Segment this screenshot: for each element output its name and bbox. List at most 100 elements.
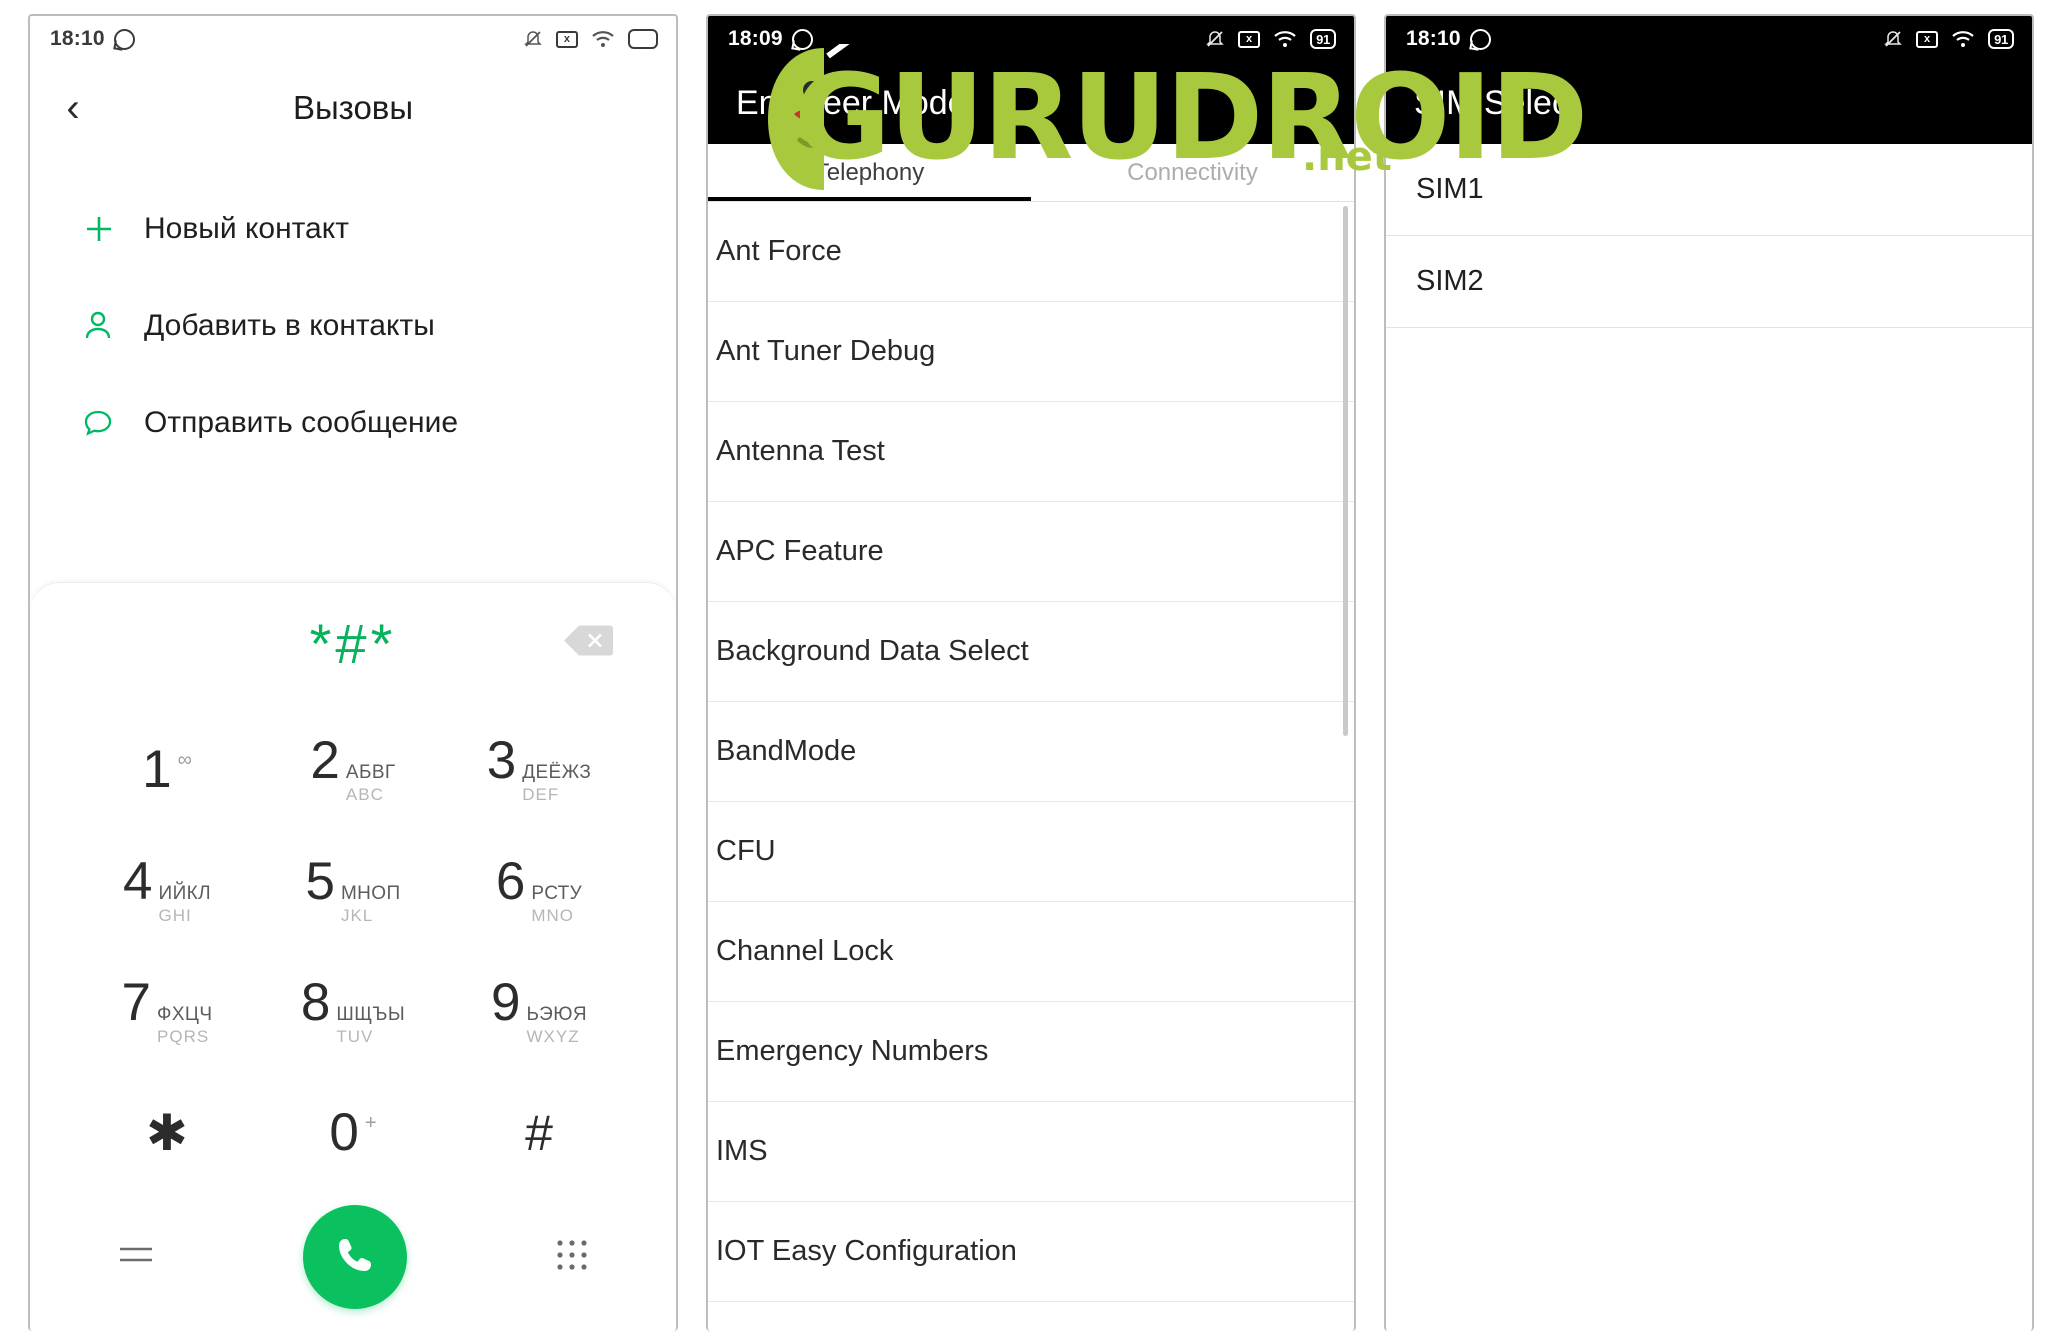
status-time: 18:10	[1406, 27, 1461, 50]
status-time: 18:10	[50, 27, 105, 50]
sim-item-1[interactable]: SIM1	[1386, 144, 2032, 236]
key-letters-ru: АБВГ	[345, 762, 396, 784]
key-digit: 3	[486, 731, 517, 791]
list-item[interactable]: Antenna Test	[708, 402, 1354, 502]
key-7[interactable]: 7 ФХЦЧ PQRS	[74, 951, 260, 1072]
list-item[interactable]: Ant Tuner Debug	[708, 302, 1354, 402]
list-item[interactable]: IOT Easy Configuration	[708, 1202, 1354, 1302]
engineer-option-list[interactable]: Ant Force Ant Tuner Debug Antenna Test A…	[708, 202, 1354, 1331]
backspace-icon[interactable]	[562, 622, 614, 665]
key-letters-ru: ИЙКЛ	[158, 883, 211, 905]
sim-item-2[interactable]: SIM2	[1386, 236, 2032, 328]
dial-display: *#*	[30, 583, 676, 703]
key-letters-ru: РСТУ	[531, 883, 583, 905]
action-new-contact[interactable]: Новый контакт	[30, 180, 676, 277]
whatsapp-icon	[1469, 28, 1491, 50]
dialer-actions: Новый контакт Добавить в контакты Отправ…	[30, 154, 676, 471]
key-letters-ru: ЬЭЮЯ	[526, 1004, 587, 1026]
status-time: 18:09	[728, 27, 783, 50]
key-digit: 9	[491, 973, 521, 1033]
whatsapp-icon	[791, 28, 813, 50]
key-5[interactable]: 5 МНОП JKL	[260, 830, 446, 951]
key-3[interactable]: 3 ДЕЁЖЗ DEF	[446, 709, 632, 830]
key-1[interactable]: 1 ∞	[74, 709, 260, 830]
status-bar-engineer: 18:09 x 91	[708, 16, 1354, 62]
status-bar-left: 18:09	[728, 27, 813, 51]
key-letters-ru: ФХЦЧ	[157, 1004, 213, 1026]
key-0[interactable]: 0 +	[260, 1072, 446, 1193]
key-digit: 6	[495, 852, 526, 912]
wifi-icon	[591, 30, 615, 48]
key-letters-en: MNO	[531, 905, 574, 925]
message-icon	[80, 405, 144, 441]
key-4[interactable]: 4 ИЙКЛ GHI	[74, 830, 260, 951]
list-item[interactable]: Emergency Numbers	[708, 1002, 1354, 1102]
key-star[interactable]: ✱	[74, 1072, 260, 1193]
key-digit: ✱	[146, 1104, 188, 1161]
key-2[interactable]: 2 АБВГ ABC	[260, 709, 446, 830]
keypad-row: 4 ИЙКЛ GHI 5 МНОП JKL 6 РСТУ MNO	[74, 830, 632, 951]
mute-icon	[523, 29, 543, 49]
vertical-scrollbar[interactable]	[1343, 206, 1348, 736]
screenshot-stage: 18:10 x ‹ Вызовы Новый контакт Добавить …	[0, 0, 2048, 1331]
tab-indicator	[708, 197, 1031, 201]
key-digit: #	[525, 1104, 553, 1161]
key-digit: 2	[310, 731, 340, 791]
back-button[interactable]: ‹	[30, 86, 116, 131]
whatsapp-icon	[113, 28, 135, 50]
key-letters-ru: МНОП	[340, 883, 401, 905]
action-label: Отправить сообщение	[144, 405, 459, 439]
key-letters-en: PQRS	[157, 1026, 210, 1046]
key-digit: 1	[142, 740, 172, 799]
key-letters-en: TUV	[336, 1026, 374, 1046]
key-9[interactable]: 9 ЬЭЮЯ WXYZ	[446, 951, 632, 1072]
call-button[interactable]	[303, 1205, 407, 1309]
menu-icon[interactable]	[114, 1240, 158, 1275]
dialed-number: *#*	[309, 611, 397, 675]
panel-dialer: 18:10 x ‹ Вызовы Новый контакт Добавить …	[28, 14, 678, 1331]
tab-telephony[interactable]: Telephony	[708, 159, 1031, 187]
status-bar-dialer: 18:10 x	[30, 16, 676, 62]
sim-appbar: SIM Select	[1386, 62, 2032, 144]
dialpad-keys: 1 ∞ 2 АБВГABC 3 ДЕЁЖЗDEF 4 ИЙКЛGHI 5	[30, 703, 676, 1193]
list-item[interactable]: Background Data Select	[708, 602, 1354, 702]
keypad-row: ✱ 0 + #	[74, 1072, 632, 1193]
status-bar-right: x 91	[1205, 29, 1336, 49]
action-send-message[interactable]: Отправить сообщение	[30, 374, 676, 471]
key-8[interactable]: 8 ШЩЪЫ TUV	[260, 951, 446, 1072]
list-item[interactable]: APC Feature	[708, 502, 1354, 602]
battery-level: 91	[1316, 31, 1330, 47]
key-sup: +	[364, 1112, 377, 1134]
action-label: Добавить в контакты	[144, 308, 435, 342]
mute-icon	[1883, 29, 1903, 49]
dialpad-bottom-bar	[30, 1193, 676, 1309]
key-letters-en: JKL	[340, 905, 374, 925]
page-title: Engineer Mode	[736, 83, 967, 122]
key-digit: 7	[121, 973, 152, 1033]
key-sup: ∞	[177, 749, 192, 771]
person-icon	[80, 308, 144, 344]
screenshot-icon: x	[1916, 30, 1939, 48]
keypad-row: 7 ФХЦЧ PQRS 8 ШЩЪЫ TUV 9 ЬЭЮЯ WXYZ	[74, 951, 632, 1072]
key-6[interactable]: 6 РСТУ MNO	[446, 830, 632, 951]
list-item[interactable]: CFU	[708, 802, 1354, 902]
page-title: SIM Select	[1414, 83, 1579, 122]
battery-icon: 91	[1988, 29, 2014, 49]
list-item[interactable]: Channel Lock	[708, 902, 1354, 1002]
wifi-icon	[1951, 30, 1975, 48]
list-item[interactable]: Ant Force	[708, 202, 1354, 302]
key-digit: 8	[300, 973, 331, 1033]
key-digit: 5	[305, 852, 335, 912]
key-hash[interactable]: #	[446, 1072, 632, 1193]
keypad-icon[interactable]	[552, 1235, 592, 1280]
action-add-to-contacts[interactable]: Добавить в контакты	[30, 277, 676, 374]
key-letters-en: DEF	[522, 784, 560, 804]
key-letters-ru: ШЩЪЫ	[336, 1004, 406, 1026]
page-title: Вызовы	[292, 89, 414, 126]
status-bar-right: x	[523, 29, 658, 49]
list-item[interactable]: IMS	[708, 1102, 1354, 1202]
dialer-appbar: ‹ Вызовы	[30, 62, 676, 154]
key-digit: 0	[329, 1103, 359, 1162]
tab-connectivity[interactable]: Connectivity	[1031, 159, 1354, 187]
list-item[interactable]: BandMode	[708, 702, 1354, 802]
